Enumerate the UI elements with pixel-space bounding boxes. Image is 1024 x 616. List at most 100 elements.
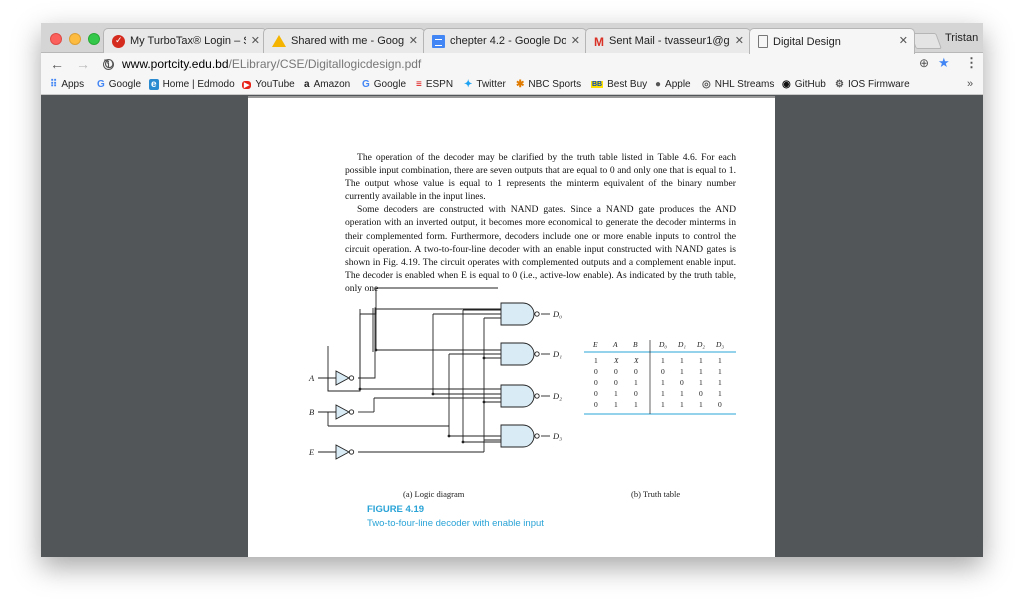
close-icon[interactable]: ✕ <box>735 34 744 47</box>
bookmark-nbc-sports[interactable]: ✱ NBC Sports <box>516 79 581 90</box>
input-label-b: B <box>309 407 314 417</box>
bookmark-label: Apps <box>61 79 85 90</box>
bookmark-google[interactable]: G Google <box>97 79 141 90</box>
bookmark-nhl-streams[interactable]: ◎ NHL Streams <box>702 79 774 90</box>
truth-table-cell: 0 <box>699 389 703 398</box>
truth-table-cell: 1 <box>661 389 665 398</box>
tab-strip: My TurboTax® Login – Sign in ✕ Shared wi… <box>41 23 983 54</box>
truth-table-cell: 0 <box>718 400 722 409</box>
bookmark-label: NBC Sports <box>528 79 582 90</box>
truth-table-cell: 0 <box>661 367 665 376</box>
tab-gmail[interactable]: M Sent Mail - tvasseur1@gmail ✕ <box>585 28 751 53</box>
tab-title: Digital Design <box>773 35 841 48</box>
inverter-a <box>335 370 350 386</box>
bookmark-github[interactable]: ◉ GitHub <box>782 79 826 90</box>
input-label-e: E <box>308 447 315 457</box>
svg-text:D₀: D₀ <box>658 340 667 349</box>
truth-table-header: E A B D₀ D₁ D₂ D₃ <box>592 340 724 349</box>
output-label-d0: D₀ <box>552 309 562 319</box>
profile-button[interactable]: Tristan <box>945 32 978 44</box>
minimize-window-button[interactable] <box>69 33 81 45</box>
google-drive-icon <box>272 35 286 47</box>
truth-table-cell: 1 <box>680 389 684 398</box>
bookmarks-bar: ⠿ Apps G Google e Home | Edmodo ▶ YouTube aA… <box>41 75 983 95</box>
tab-title: chepter 4.2 - Google Docs <box>450 35 566 47</box>
truth-table-cell: 1 <box>718 378 722 387</box>
inverter-b <box>335 404 350 420</box>
tab-digital-design[interactable]: Digital Design ✕ <box>749 28 915 54</box>
pdf-viewer[interactable]: The operation of the decoder may be clar… <box>41 96 983 557</box>
truth-table-cell: 1 <box>699 356 703 365</box>
bookmark-twitter[interactable]: ✦ Twitter <box>464 79 506 90</box>
bookmark-apple[interactable]: ● Apple <box>655 79 691 90</box>
bookmark-ios-firmware[interactable]: ⚙ IOS Firmware <box>835 79 910 90</box>
bookmark-label: Home | Edmodo <box>162 79 235 90</box>
tab-title: Sent Mail - tvasseur1@gmail <box>609 35 730 47</box>
close-icon[interactable]: ✕ <box>899 34 908 47</box>
truth-table-cell: 1 <box>614 400 618 409</box>
tab-google-docs[interactable]: chepter 4.2 - Google Docs ✕ <box>423 28 587 53</box>
bookmark-label: NHL Streams <box>714 79 775 90</box>
google-docs-icon <box>432 34 445 48</box>
svg-text:D₁: D₁ <box>677 340 686 349</box>
browser-window: My TurboTax® Login – Sign in ✕ Shared wi… <box>41 23 983 557</box>
close-icon[interactable]: ✕ <box>409 34 418 47</box>
truth-table-cell: 0 <box>594 400 598 409</box>
truth-table-cell: 1 <box>699 367 703 376</box>
tab-title: My TurboTax® Login – Sign in <box>130 35 246 47</box>
forward-arrow-icon[interactable]: → <box>73 56 93 72</box>
figure-4-19: A B E D₀ D₁ D₂ D₃ E A B D₀ D₁ D₂ D₃ 1 X … <box>308 287 736 460</box>
close-window-button[interactable] <box>50 33 62 45</box>
google-icon: G <box>362 79 370 90</box>
bookmark-apps[interactable]: ⠿ Apps <box>50 79 84 90</box>
nhl-icon: ◎ <box>702 79 711 90</box>
truth-table-cell: 0 <box>634 367 638 376</box>
gmail-icon: M <box>594 34 604 49</box>
zoom-window-button[interactable] <box>88 33 100 45</box>
address-bar[interactable]: i www.portcity.edu.bd/ELibrary/CSE/Digit… <box>103 54 963 74</box>
bookmark-amazon[interactable]: a Amazon <box>304 79 350 90</box>
edmodo-icon: e <box>149 79 159 90</box>
truth-table-cell: X <box>633 356 639 365</box>
output-label-d2: D₂ <box>552 391 562 401</box>
truth-table-cell: 1 <box>718 367 722 376</box>
tab-google-drive[interactable]: Shared with me - Google Driv ✕ <box>263 28 425 53</box>
url-path: /ELibrary/CSE/Digitallogicdesign.pdf <box>228 57 422 71</box>
bookmark-edmodo[interactable]: e Home | Edmodo <box>149 79 235 90</box>
turbotax-icon <box>112 34 125 48</box>
bookmark-espn[interactable]: ≡ ESPN <box>416 79 453 90</box>
close-icon[interactable]: ✕ <box>251 34 260 47</box>
tab-turbotax[interactable]: My TurboTax® Login – Sign in ✕ <box>103 28 267 53</box>
truth-table-cell: 0 <box>634 389 638 398</box>
nand-gate-d1 <box>500 342 535 366</box>
truth-table-cell: X <box>613 356 619 365</box>
bookmark-best-buy[interactable]: BB Best Buy <box>591 79 647 90</box>
bookmark-star-icon[interactable]: ★ <box>938 55 950 71</box>
back-arrow-icon[interactable]: ← <box>47 56 67 72</box>
bookmarks-overflow-icon[interactable]: » <box>967 78 973 90</box>
truth-table-cell: 1 <box>594 356 598 365</box>
truth-table-cell: 1 <box>634 400 638 409</box>
input-label-a: A <box>308 373 315 383</box>
ios-firmware-icon: ⚙ <box>835 79 844 90</box>
more-menu-icon[interactable]: ⋮ <box>965 55 978 71</box>
output-label-d3: D₃ <box>552 431 562 441</box>
nand-gate-d2 <box>500 384 535 408</box>
truth-table-cell: 1 <box>661 356 665 365</box>
figure-title: Two-to-four-line decoder with enable inp… <box>367 518 544 529</box>
github-icon: ◉ <box>782 79 791 90</box>
truth-table-rows: 1 X X 1 1 1 1 0 0 0 0 1 1 1 0 0 1 1 0 1 1 0 1 0 1 1 0 1 0 1 1 1 1 1 0 <box>594 356 722 409</box>
tab-title: Shared with me - Google Driv <box>291 35 404 47</box>
zoom-icon[interactable]: ⊕ <box>919 56 929 70</box>
close-icon[interactable]: ✕ <box>571 34 580 47</box>
nand-gate-d0 <box>500 302 535 326</box>
truth-table-cell: 1 <box>699 378 703 387</box>
google-icon: G <box>97 79 105 90</box>
amazon-icon: a <box>304 79 310 90</box>
bookmark-google-2[interactable]: G Google <box>362 79 406 90</box>
apple-icon: ● <box>655 79 662 90</box>
bookmark-youtube[interactable]: ▶ YouTube <box>242 79 295 90</box>
info-icon[interactable]: i <box>103 58 114 70</box>
caption-logic-diagram: (a) Logic diagram <box>403 489 465 499</box>
truth-table-cell: 1 <box>718 389 722 398</box>
